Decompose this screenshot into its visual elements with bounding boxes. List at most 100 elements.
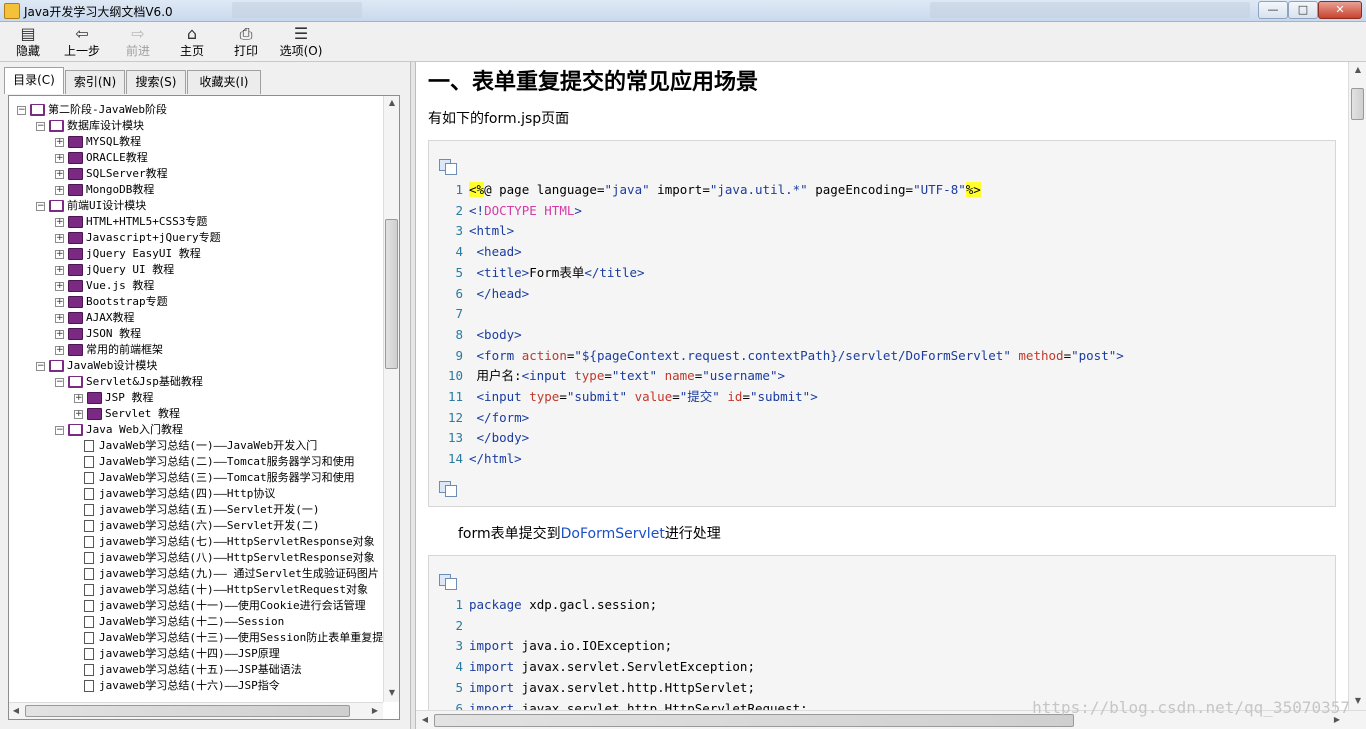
scroll-left-icon[interactable]: ◀	[9, 704, 23, 718]
tree-item[interactable]: − JavaWeb设计模块	[36, 358, 157, 374]
tree-item[interactable]: javaweb学习总结(十五)——JSP基础语法	[74, 662, 302, 678]
expand-icon[interactable]: +	[55, 249, 64, 259]
hide-button[interactable]: ▤ 隐藏	[8, 24, 48, 60]
expand-icon[interactable]: +	[55, 329, 64, 339]
tree-item[interactable]: JavaWeb学习总结(十二)——Session	[74, 614, 284, 630]
tree-item[interactable]: + Servlet 教程	[74, 406, 180, 422]
tree-item[interactable]: + Bootstrap专题	[55, 294, 168, 310]
tree-item[interactable]: + jQuery UI 教程	[55, 262, 174, 278]
expand-icon[interactable]: +	[55, 169, 64, 179]
scroll-down-icon[interactable]: ▼	[384, 686, 400, 700]
tab-favorites[interactable]: 收藏夹(I)	[187, 70, 261, 94]
tree-horizontal-scrollbar[interactable]: ◀ ▶	[9, 702, 383, 719]
tab-search[interactable]: 搜索(S)	[126, 70, 186, 94]
tree-item[interactable]: javaweb学习总结(八)——HttpServletResponse对象	[74, 550, 375, 566]
scroll-up-icon[interactable]: ▲	[384, 96, 400, 110]
tree-item[interactable]: + 常用的前端框架	[55, 342, 163, 358]
tree-item[interactable]: javaweb学习总结(十四)——JSP原理	[74, 646, 280, 662]
line-number: 6	[455, 285, 463, 301]
expand-icon[interactable]: +	[55, 137, 64, 147]
collapse-icon[interactable]: −	[17, 105, 26, 115]
tree-item[interactable]: JavaWeb学习总结(二)——Tomcat服务器学习和使用	[74, 454, 355, 470]
tree-item[interactable]: javaweb学习总结(十)——HttpServletRequest对象	[74, 582, 368, 598]
tree-item[interactable]: + JSP 教程	[74, 390, 154, 406]
tree-item[interactable]: + Javascript+jQuery专题	[55, 230, 221, 246]
collapse-icon[interactable]: −	[55, 377, 64, 387]
tree-item[interactable]: + MongoDB教程	[55, 182, 154, 198]
tree-item[interactable]: + JSON 教程	[55, 326, 141, 342]
tree-item[interactable]: − 第二阶段-JavaWeb阶段	[17, 102, 167, 118]
tree-item[interactable]: JavaWeb学习总结(一)——JavaWeb开发入门	[74, 438, 317, 454]
minimize-button[interactable]: —	[1258, 1, 1288, 19]
scroll-right-icon[interactable]: ▶	[368, 704, 382, 718]
code-line: 3 import java.io.IOException;	[439, 636, 672, 656]
tree-item[interactable]: javaweb学习总结(九)—— 通过Servlet生成验证码图片	[74, 566, 379, 582]
tab-index[interactable]: 索引(N)	[65, 70, 125, 94]
collapse-icon[interactable]: −	[36, 121, 45, 131]
scroll-up-icon[interactable]: ▲	[1350, 63, 1366, 77]
tree-item[interactable]: + MYSQL教程	[55, 134, 141, 150]
tree-item[interactable]: + Vue.js 教程	[55, 278, 154, 294]
expand-icon[interactable]: +	[74, 393, 83, 403]
tree-item[interactable]: javaweb学习总结(四)——Http协议	[74, 486, 275, 502]
tree-item[interactable]: + HTML+HTML5+CSS3专题	[55, 214, 207, 230]
collapse-icon[interactable]: −	[36, 361, 45, 371]
expand-icon[interactable]: +	[55, 185, 64, 195]
tree-item[interactable]: javaweb学习总结(七)——HttpServletResponse对象	[74, 534, 375, 550]
collapse-icon[interactable]: −	[36, 201, 45, 211]
options-button[interactable]: ☰ 选项(O)	[278, 24, 324, 60]
tree-item[interactable]: − 数据库设计模块	[36, 118, 144, 134]
tree-item-label: Servlet&Jsp基础教程	[86, 375, 203, 388]
expand-icon[interactable]: +	[74, 409, 83, 419]
copy-code-icon[interactable]	[439, 159, 457, 175]
tree-item[interactable]: + AJAX教程	[55, 310, 135, 326]
forward-button[interactable]: ⇨ 前进	[118, 24, 158, 60]
print-button[interactable]: ⎙ 打印	[226, 24, 266, 60]
tree-item[interactable]: javaweb学习总结(六)——Servlet开发(二)	[74, 518, 319, 534]
tab-contents[interactable]: 目录(C)	[4, 67, 64, 94]
code-token: import	[469, 679, 515, 695]
tree-item[interactable]: − 前端UI设计模块	[36, 198, 146, 214]
expand-icon[interactable]: +	[55, 297, 64, 307]
back-button[interactable]: ⇦ 上一步	[60, 24, 104, 60]
tree-item[interactable]: javaweb学习总结(五)——Servlet开发(一)	[74, 502, 319, 518]
tree-item[interactable]: − Servlet&Jsp基础教程	[55, 374, 203, 390]
line-number: 5	[455, 264, 463, 280]
tree-item[interactable]: + SQLServer教程	[55, 166, 168, 182]
copy-code-icon[interactable]	[439, 481, 457, 497]
content-vertical-scrollbar[interactable]: ▲ ▼	[1348, 62, 1366, 710]
expand-icon[interactable]: +	[55, 345, 64, 355]
home-button[interactable]: ⌂ 主页	[172, 24, 212, 60]
code-token: </body>	[476, 430, 530, 446]
tree-item[interactable]: javaweb学习总结(十六)——JSP指令	[74, 678, 280, 694]
expand-icon[interactable]: +	[55, 313, 64, 323]
tree-item[interactable]: javaweb学习总结(十一)——使用Cookie进行会话管理	[74, 598, 366, 614]
code-token: <form	[476, 347, 522, 363]
tree-item[interactable]: JavaWeb学习总结(三)——Tomcat服务器学习和使用	[74, 470, 355, 486]
scroll-thumb[interactable]	[434, 714, 1074, 727]
tree-item[interactable]: + ORACLE教程	[55, 150, 148, 166]
scroll-thumb[interactable]	[1351, 88, 1364, 120]
tree-item[interactable]: − Java Web入门教程	[55, 422, 183, 438]
tree-vertical-scrollbar[interactable]: ▲ ▼	[383, 96, 399, 702]
scroll-down-icon[interactable]: ▼	[1350, 694, 1366, 708]
collapse-icon[interactable]: −	[55, 425, 64, 435]
scroll-left-icon[interactable]: ◀	[418, 713, 432, 727]
code-token: pageEncoding=	[807, 182, 914, 197]
expand-icon[interactable]: +	[55, 233, 64, 243]
scroll-thumb[interactable]	[385, 219, 398, 369]
close-button[interactable]: ✕	[1318, 1, 1362, 19]
expand-icon[interactable]: +	[55, 281, 64, 291]
scroll-thumb[interactable]	[25, 705, 350, 717]
maximize-button[interactable]: □	[1288, 1, 1318, 19]
expand-icon[interactable]: +	[55, 265, 64, 275]
closed-book-icon	[68, 328, 83, 340]
copy-code-icon[interactable]	[439, 574, 457, 590]
doformservlet-link[interactable]: DoFormServlet	[561, 526, 665, 542]
code-line: 5 import javax.servlet.http.HttpServlet;	[439, 678, 755, 698]
tree-item[interactable]: JavaWeb学习总结(十三)——使用Session防止表单重复提交	[74, 630, 383, 646]
tree-item[interactable]: + jQuery EasyUI 教程	[55, 246, 201, 262]
expand-icon[interactable]: +	[55, 153, 64, 163]
expand-icon[interactable]: +	[55, 217, 64, 227]
